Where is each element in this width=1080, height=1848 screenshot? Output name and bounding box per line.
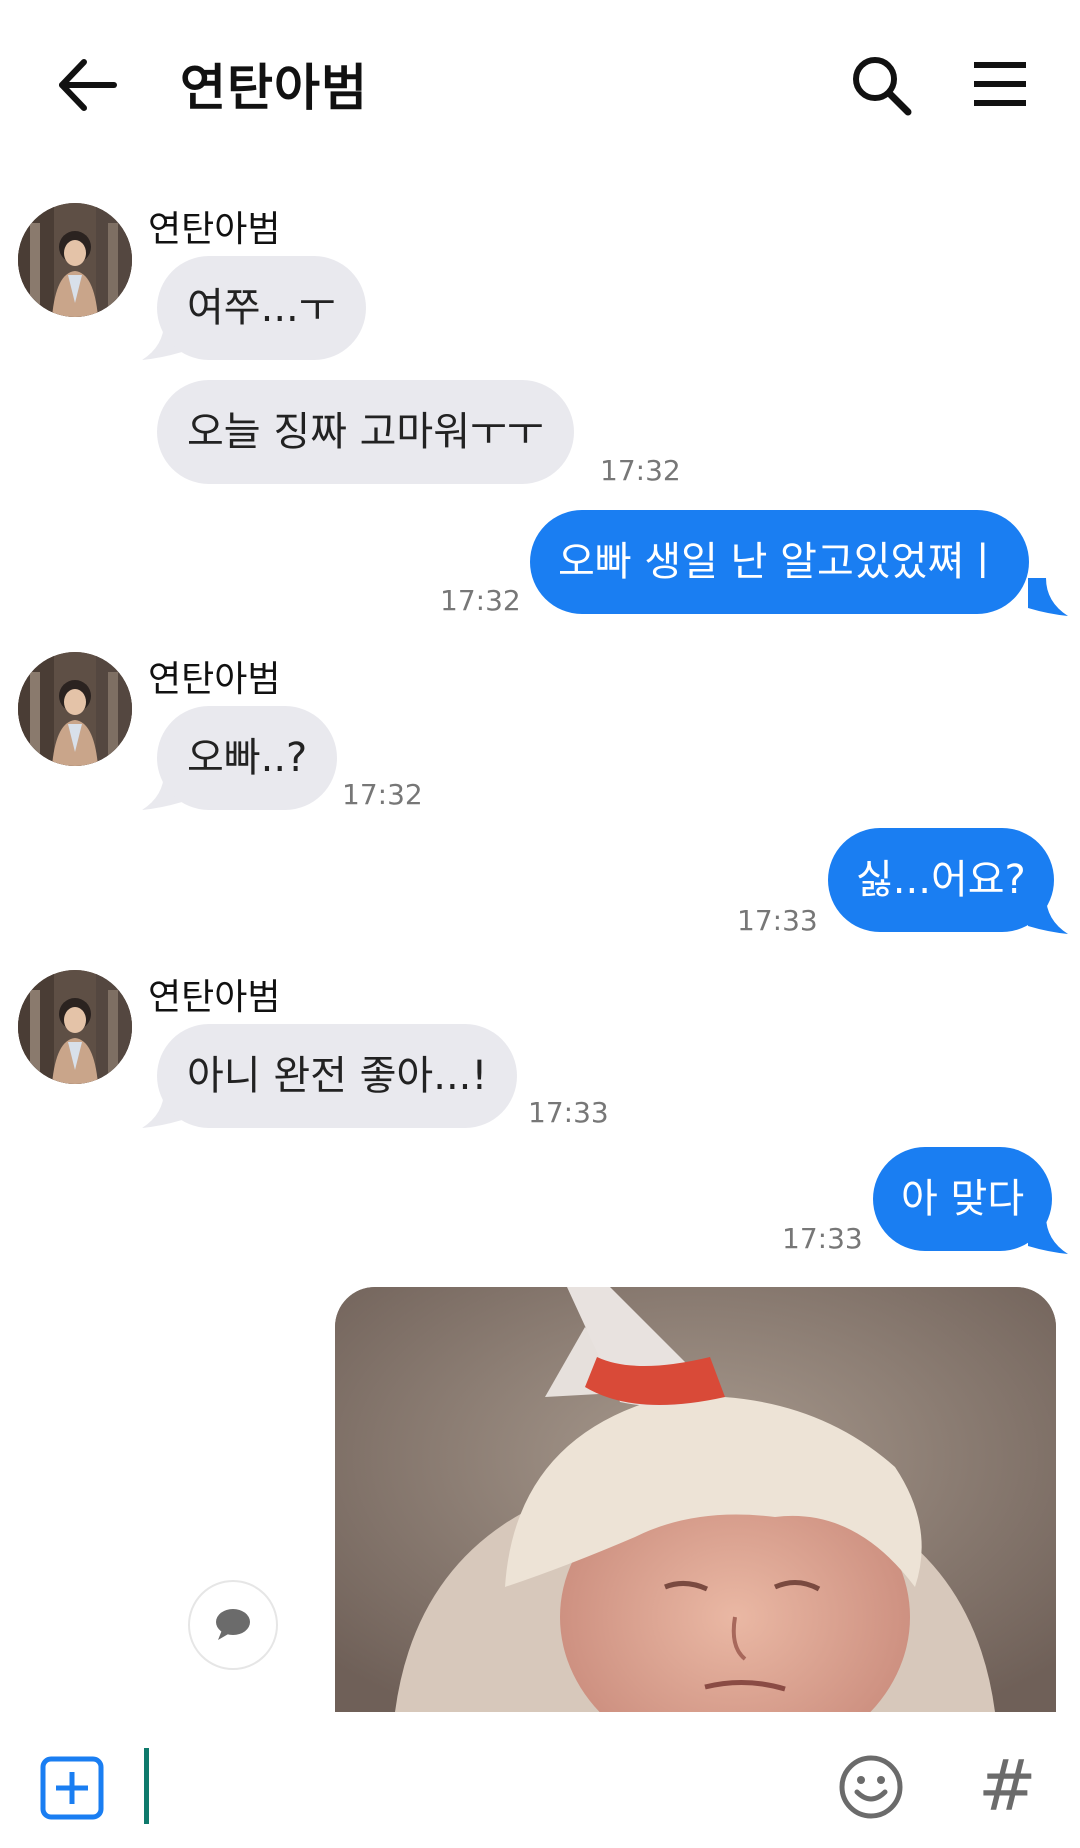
attach-button[interactable]	[40, 1756, 104, 1820]
bubble-tail	[1028, 896, 1068, 934]
birthday-photo	[335, 1287, 1056, 1712]
composer-bar: #	[0, 1712, 1080, 1848]
message-bubble-incoming[interactable]: 여쭈...ㅜ	[157, 256, 366, 360]
contact-avatar[interactable]	[18, 203, 132, 317]
message-bubble-outgoing[interactable]: 아 맞다	[873, 1147, 1053, 1251]
message-bubble-incoming[interactable]: 오늘 징짜 고마워ㅜㅜ	[157, 380, 574, 484]
chat-header: 연탄아범	[0, 0, 1080, 170]
contact-avatar[interactable]	[18, 652, 132, 766]
emoji-button[interactable]	[838, 1754, 904, 1820]
search-icon	[853, 57, 912, 116]
message-time: 17:32	[342, 778, 423, 811]
sender-name: 연탄아범	[148, 977, 281, 1018]
message-time: 17:33	[782, 1222, 863, 1255]
message-time: 17:33	[737, 904, 818, 937]
sender-name: 연탄아범	[148, 209, 281, 250]
bubble-tail	[1028, 1216, 1068, 1254]
message-bubble-outgoing[interactable]: 싫...어요?	[828, 828, 1054, 932]
comment-button[interactable]	[188, 1580, 278, 1670]
message-time: 17:33	[528, 1096, 609, 1129]
message-input[interactable]	[156, 1748, 800, 1826]
avatar-photo	[18, 970, 132, 1084]
message-time: 17:32	[440, 584, 521, 617]
chat-icon	[216, 1609, 250, 1640]
search-button[interactable]	[848, 52, 914, 118]
hashtag-button[interactable]: #	[978, 1746, 1037, 1826]
avatar-photo	[18, 652, 132, 766]
message-time: 17:32	[600, 454, 681, 487]
message-bubble-outgoing[interactable]: 오빠 생일 난 알고있었쪄ㅣ	[530, 510, 1029, 614]
menu-button[interactable]	[970, 56, 1030, 112]
back-arrow-icon	[59, 59, 117, 111]
bubble-tail	[1028, 578, 1068, 616]
text-cursor	[144, 1748, 149, 1824]
contact-avatar[interactable]	[18, 970, 132, 1084]
sender-name: 연탄아범	[148, 659, 281, 700]
avatar-photo	[18, 203, 132, 317]
back-button[interactable]	[52, 50, 122, 120]
chat-title: 연탄아범	[180, 59, 368, 117]
emoji-icon	[839, 1755, 903, 1819]
hash-icon: #	[978, 1745, 1037, 1827]
message-bubble-incoming[interactable]: 오빠..?	[157, 706, 338, 810]
message-bubble-incoming[interactable]: 아니 완전 좋아...!	[157, 1024, 518, 1128]
photo-message[interactable]	[335, 1287, 1056, 1712]
menu-icon	[974, 62, 1026, 106]
plus-icon	[40, 1756, 104, 1820]
